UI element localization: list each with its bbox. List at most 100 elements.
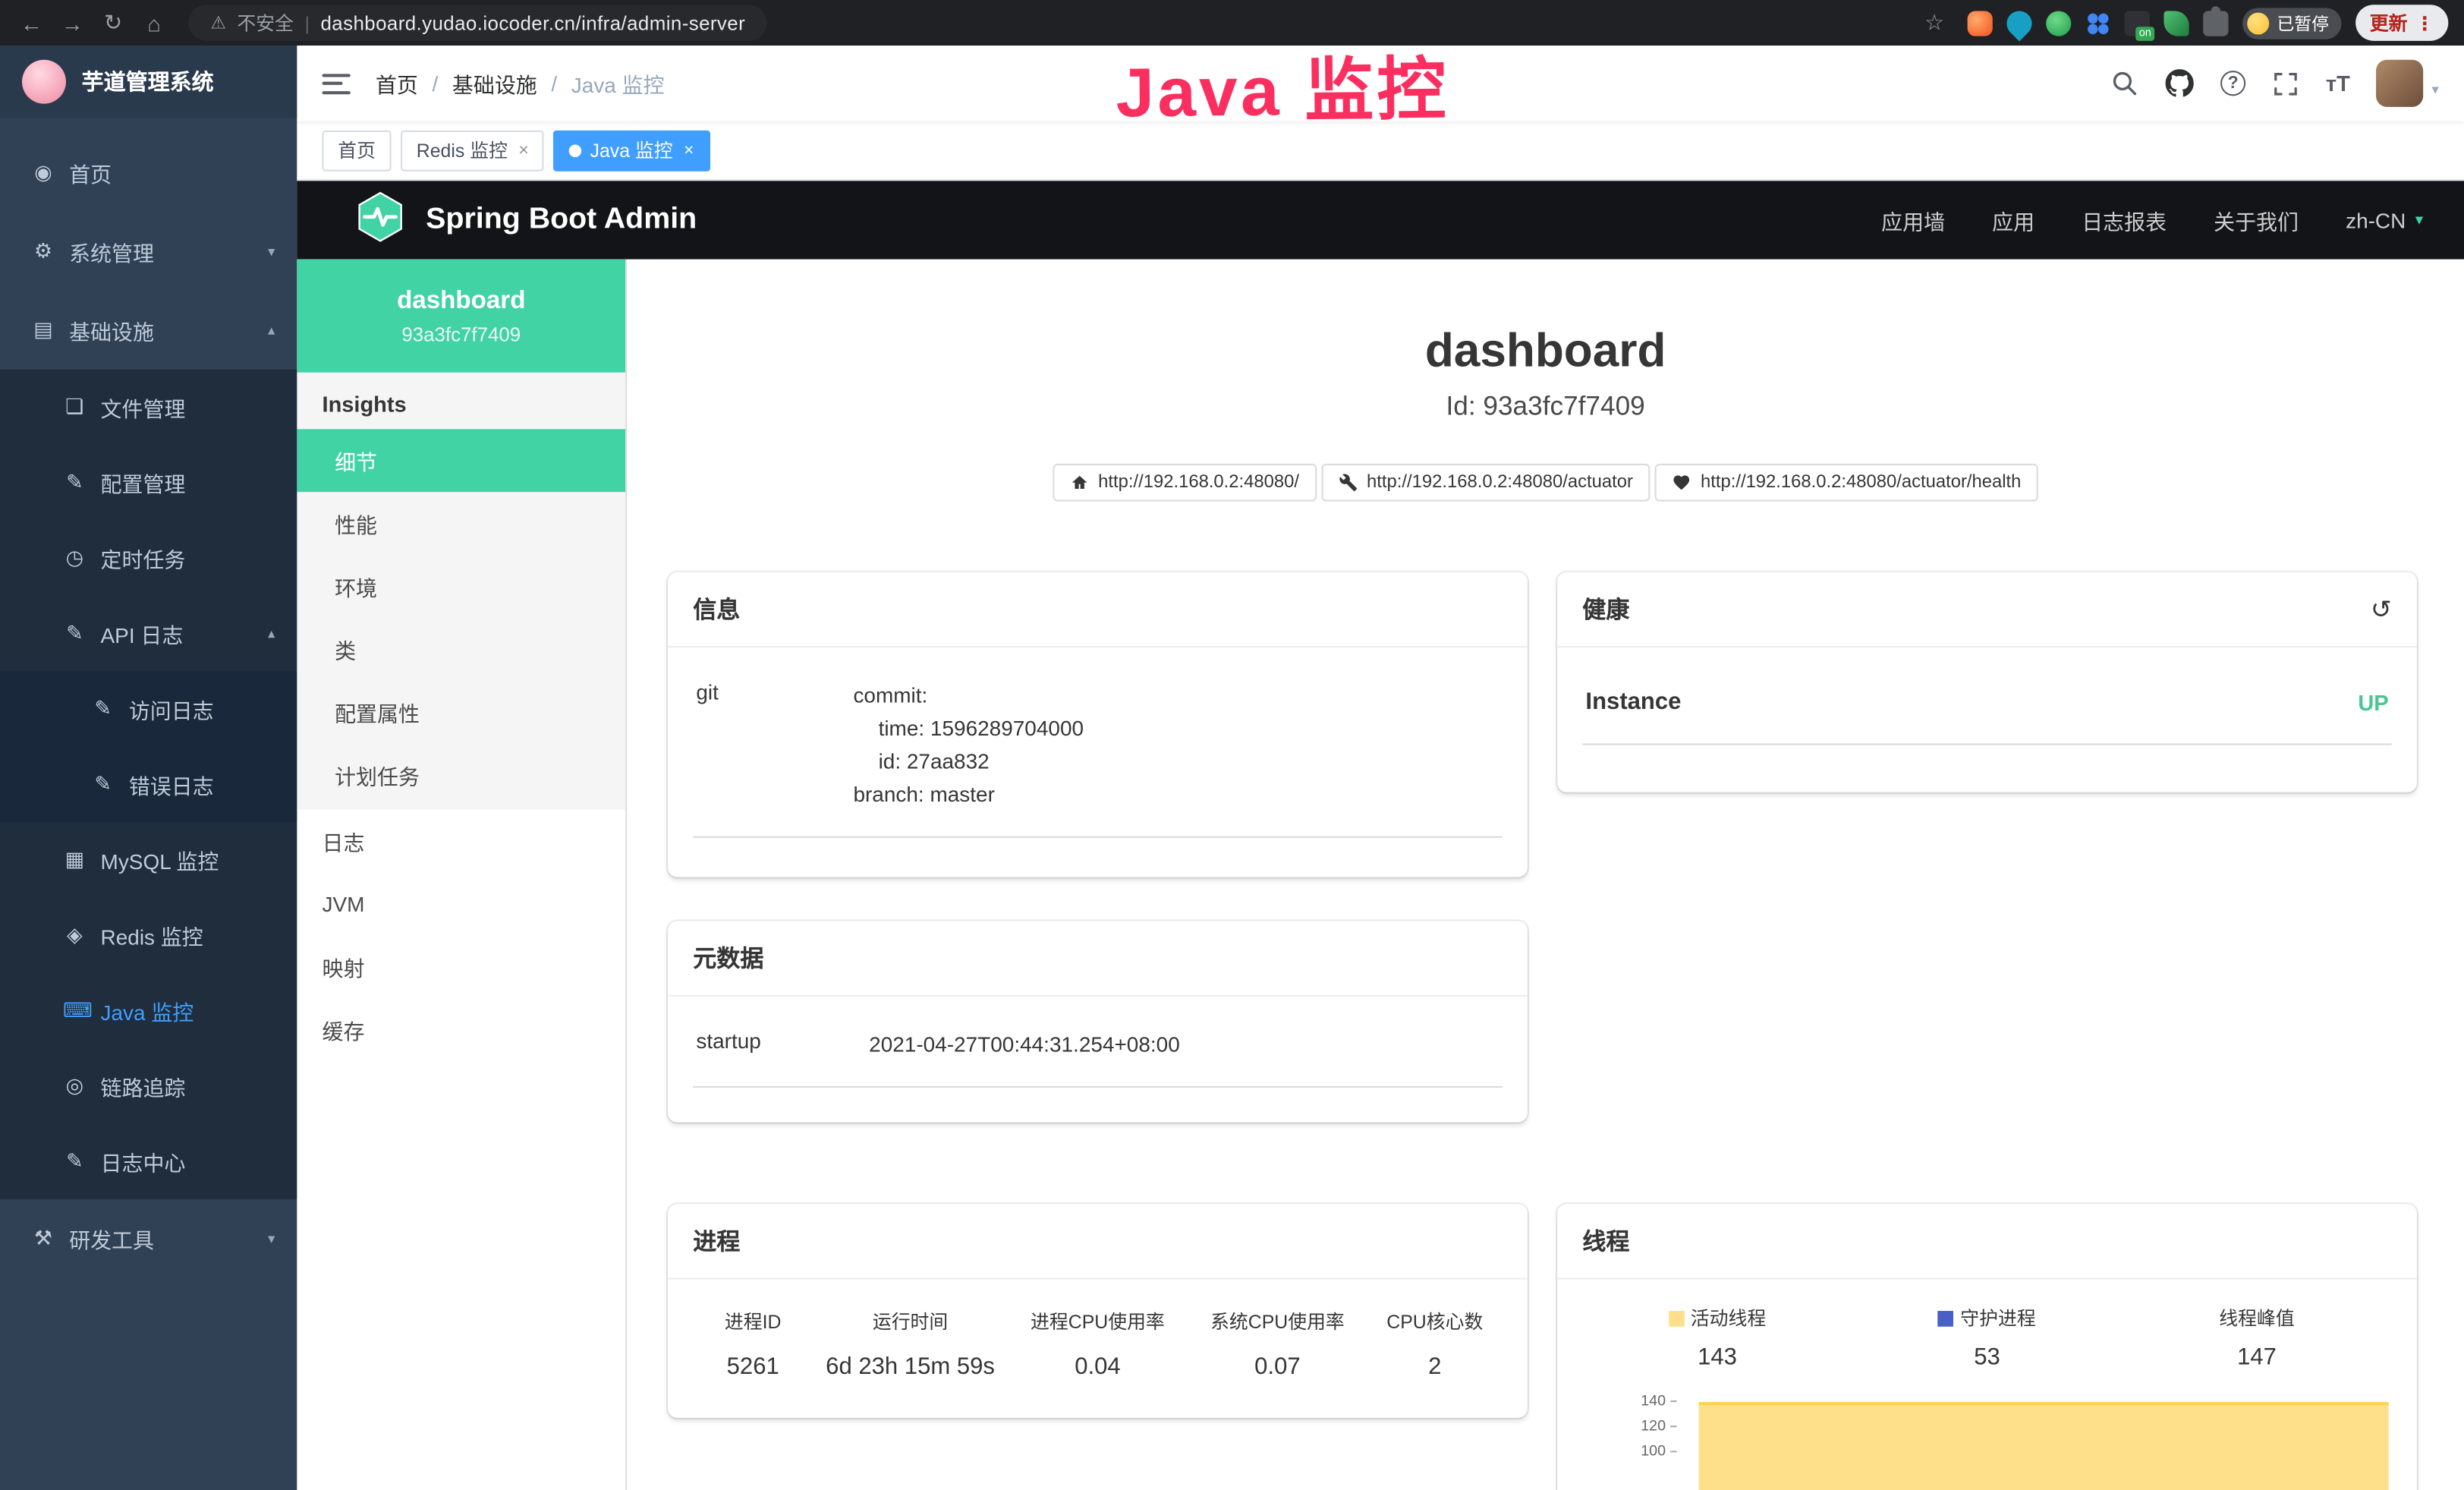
app-logo-row[interactable]: 芋道管理系统 (0, 46, 297, 118)
sba-nav-journal[interactable]: 日志报表 (2082, 204, 2167, 235)
tag-label: 首页 (338, 137, 376, 163)
sidebar-item-error-logs[interactable]: ✎ 错误日志 (0, 747, 297, 822)
browser-home-icon[interactable]: ⌂ (135, 4, 173, 42)
extension-icon-blue-grid[interactable] (2085, 10, 2110, 35)
threads-legend: 活动线程 守护进程 线程峰值 (1582, 1302, 2391, 1371)
extension-icon-green-circle[interactable] (2046, 10, 2071, 35)
sidebar-item-label: MySQL 监控 (101, 844, 219, 875)
app-logo (22, 60, 66, 104)
sba-menu-logs[interactable]: 日志 (297, 809, 625, 872)
trace-eye-icon: ◎ (63, 1073, 87, 1098)
extension-icon-orange[interactable] (1968, 10, 1993, 35)
hamburger-icon[interactable] (323, 73, 351, 93)
sba-nav-wallboard[interactable]: 应用墙 (1881, 204, 1945, 235)
sidebar-item-access-logs[interactable]: ✎ 访问日志 (0, 671, 297, 746)
search-icon[interactable] (2110, 69, 2138, 97)
sidebar-item-dev-tools[interactable]: ⚒ 研发工具 ▾ (0, 1199, 297, 1278)
sba-menu-caches[interactable]: 缓存 (297, 998, 625, 1061)
address-url[interactable]: dashboard.yudao.iocoder.cn/infra/admin-s… (320, 12, 745, 34)
daemon-threads-value: 53 (1852, 1344, 2122, 1371)
sba-nav-applications[interactable]: 应用 (1992, 204, 2034, 235)
security-warning-icon[interactable]: ⚠ (210, 13, 225, 33)
reload-icon[interactable]: ↻ (94, 4, 132, 42)
tag-redis-monitor[interactable]: Redis 监控 × (401, 130, 544, 171)
sba-menu-mappings[interactable]: 映射 (297, 935, 625, 998)
instance-home-link[interactable]: http://192.168.0.2:48080/ (1053, 464, 1317, 502)
update-label: 更新 (2370, 9, 2408, 36)
browser-toolbar-right: ☆ on 已暂停 更新 ⋮ (1915, 4, 2451, 42)
user-avatar[interactable] (2377, 60, 2424, 107)
sba-menu-classes[interactable]: 类 (297, 618, 625, 681)
card-title: 线程 (1582, 1224, 1629, 1257)
paused-extension-badge[interactable]: 已暂停 (2242, 7, 2341, 38)
sidebar-item-scheduled-jobs[interactable]: ◷ 定时任务 (0, 520, 297, 595)
sidebar-item-label: 日志中心 (101, 1146, 186, 1177)
sidebar-item-label: 系统管理 (69, 236, 154, 267)
font-size-icon[interactable]: тT (2326, 71, 2350, 96)
sidebar-item-log-center[interactable]: ✎ 日志中心 (0, 1124, 297, 1199)
git-id-line: id: 27aa832 (853, 745, 1499, 778)
info-git-row: git commit: time: 1596289704000 id: 27aa… (693, 669, 1502, 838)
close-icon[interactable]: × (684, 140, 694, 159)
fullscreen-icon[interactable] (2272, 70, 2299, 96)
extensions-puzzle-icon[interactable] (2203, 10, 2228, 35)
sidebar-item-config-management[interactable]: ✎ 配置管理 (0, 445, 297, 520)
update-button[interactable]: 更新 ⋮ (2355, 5, 2448, 41)
sidebar-item-java-monitor[interactable]: ⌨ Java 监控 (0, 973, 297, 1048)
instance-header[interactable]: dashboard 93a3fc7f7409 (297, 260, 625, 373)
sba-menu-performance[interactable]: 性能 (297, 492, 625, 555)
bookmark-star-icon[interactable]: ☆ (1915, 4, 1953, 42)
health-instance-row[interactable]: Instance UP (1582, 669, 2391, 745)
instance-actuator-link[interactable]: http://192.168.0.2:48080/actuator (1321, 464, 1651, 502)
sidebar-item-home[interactable]: ◉ 首页 (0, 134, 297, 213)
instance-health-link[interactable]: http://192.168.0.2:48080/actuator/health (1655, 464, 2038, 502)
security-label[interactable]: 不安全 (237, 9, 294, 36)
on-badge-label: on (2136, 26, 2154, 40)
link-url: http://192.168.0.2:48080/actuator/health (1701, 473, 2021, 492)
git-branch-line: branch: master (853, 778, 1499, 811)
sidebar-item-label: API 日志 (101, 618, 184, 649)
sba-menu-details[interactable]: 细节 (297, 429, 625, 492)
extension-icon-green-leaf[interactable] (2163, 10, 2189, 35)
process-cpu-value: 0.04 (1008, 1353, 1188, 1380)
system-cpu-value: 0.07 (1188, 1353, 1367, 1380)
tools-icon: ⚒ (31, 1226, 55, 1251)
sba-menu-scheduled-tasks[interactable]: 计划任务 (297, 743, 625, 806)
forward-icon[interactable]: → (53, 4, 91, 42)
extension-icon-teal-drop[interactable] (2002, 5, 2038, 41)
omnibox-divider: | (305, 12, 310, 34)
metadata-value: 2021-04-27T00:44:31.254+08:00 (869, 1028, 1499, 1060)
active-threads-swatch-icon (1669, 1310, 1685, 1326)
sba-nav-about[interactable]: 关于我们 (2214, 204, 2299, 235)
tag-home[interactable]: 首页 (323, 130, 392, 171)
sidebar-item-label: 错误日志 (129, 769, 214, 800)
sidebar-item-tracing[interactable]: ◎ 链路追踪 (0, 1048, 297, 1123)
breadcrumb-home[interactable]: 首页 (376, 68, 418, 99)
sidebar-item-redis-monitor[interactable]: ◈ Redis 监控 (0, 897, 297, 972)
locale-select[interactable]: zh-CN ▾ (2346, 208, 2423, 232)
sidebar-item-file-management[interactable]: ❏ 文件管理 (0, 370, 297, 445)
spring-boot-admin-frame: Spring Boot Admin 应用墙 应用 日志报表 关于我们 zh-CN… (297, 181, 2464, 1490)
sba-menu-config-properties[interactable]: 配置属性 (297, 681, 625, 744)
y-axis-tick: 100 (1620, 1443, 1677, 1460)
app-sidebar: 芋道管理系统 ◉ 首页 ⚙ 系统管理 ▾ ▤ 基础设施 ▴ (0, 46, 297, 1490)
sba-menu-jvm[interactable]: JVM (297, 872, 625, 935)
sidebar-item-infrastructure[interactable]: ▤ 基础设施 ▴ (0, 291, 297, 370)
back-icon[interactable]: ← (13, 4, 51, 42)
tag-java-monitor[interactable]: Java 监控 × (554, 130, 710, 171)
sba-menu-environment[interactable]: 环境 (297, 555, 625, 618)
sidebar-item-mysql-monitor[interactable]: ▦ MySQL 监控 (0, 822, 297, 897)
sidebar-item-api-logs[interactable]: ✎ API 日志 ▴ (0, 596, 297, 671)
help-icon[interactable]: ? (2220, 71, 2245, 96)
instance-links: http://192.168.0.2:48080/ http://192.168… (627, 464, 2464, 502)
extension-icon-on-badge[interactable]: on (2125, 10, 2150, 35)
breadcrumb-infrastructure[interactable]: 基础设施 (452, 68, 537, 99)
browser-menu-kebab-icon[interactable]: ⋮ (2415, 12, 2434, 34)
sidebar-item-system-management[interactable]: ⚙ 系统管理 ▾ (0, 213, 297, 291)
address-bar[interactable]: ⚠ 不安全 | dashboard.yudao.iocoder.cn/infra… (188, 5, 767, 41)
breadcrumb-separator: / (432, 71, 438, 95)
history-icon[interactable]: ↺ (2371, 594, 2392, 625)
threads-chart: 140 120 100 (1582, 1393, 2391, 1490)
github-icon[interactable] (2166, 69, 2194, 97)
close-icon[interactable]: × (518, 140, 528, 159)
